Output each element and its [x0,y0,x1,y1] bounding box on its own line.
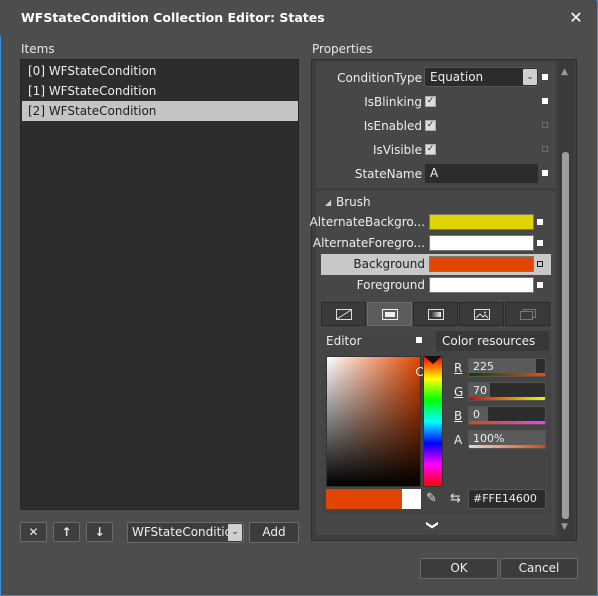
property-marker[interactable] [416,337,422,343]
arrow-down-icon: ↓ [94,525,105,539]
brush-row-foreground[interactable]: Foreground [321,275,551,296]
image-brush-icon [474,309,490,320]
property-marker-empty[interactable] [542,146,548,152]
scrollbar-thumb[interactable] [562,152,569,519]
property-marker[interactable] [537,261,543,267]
hue-slider[interactable] [423,356,443,487]
tab-image-brush[interactable] [459,302,504,326]
list-item-selected[interactable]: [2] WFStateCondition [22,101,298,121]
red-channel-label: R [454,361,463,375]
property-marker[interactable] [537,282,543,288]
color-swatch[interactable] [429,256,534,272]
original-color-preview[interactable] [402,489,421,509]
state-name-input[interactable]: A [424,163,539,184]
tab-color-resources-label: Color resources [442,334,536,348]
brush-row-label: Background [353,257,425,271]
color-swatch[interactable] [429,235,534,251]
blue-channel-gradient [469,421,545,424]
properties-label: Properties [312,42,373,56]
tab-editor-label: Editor [326,334,362,348]
brush-row-label: Foreground [356,278,425,292]
is-enabled-label: IsEnabled [363,119,422,133]
close-icon: ✕ [569,8,583,27]
move-down-button[interactable]: ↓ [86,522,113,542]
blue-channel-input[interactable]: 0 [468,406,546,425]
is-visible-checkbox[interactable]: ✓ [425,144,436,155]
green-channel-input[interactable]: 70 [468,382,546,401]
condition-type-label: ConditionType [337,71,422,85]
brush-row-alternate-background[interactable]: AlternateBackgro... [310,212,551,233]
ok-button[interactable]: OK [420,558,498,579]
red-channel-value: 225 [473,360,494,373]
state-name-label: StateName [354,167,422,181]
color-swatch[interactable] [429,277,534,293]
tab-resource-brush[interactable] [505,302,550,326]
property-marker-empty[interactable] [542,122,548,128]
color-swatch[interactable] [429,214,534,230]
condition-type-value: Equation [430,70,484,84]
alpha-channel-label: A [454,433,463,447]
item-type-value: WFStateCondition [132,525,240,539]
hue-slider-handle[interactable] [424,356,442,364]
list-item[interactable]: [0] WFStateCondition [22,61,298,81]
blue-channel-label: B [454,409,463,423]
saturation-brightness-field[interactable] [326,356,421,487]
cancel-button[interactable]: Cancel [500,558,578,579]
remove-icon: ✕ [28,525,39,539]
green-channel-gradient [469,397,545,400]
gradient-brush-icon [428,309,444,320]
condition-type-select[interactable]: Equation ⌄ [424,67,539,87]
is-enabled-checkbox[interactable]: ✓ [425,120,436,131]
list-item[interactable]: [1] WFStateCondition [22,81,298,101]
no-brush-icon [336,309,352,320]
blue-channel-value: 0 [473,408,480,421]
property-marker[interactable] [542,98,548,104]
property-marker[interactable] [537,219,543,225]
property-marker[interactable] [537,240,543,246]
alpha-channel-gradient [469,445,545,448]
arrow-up-icon: ↑ [61,525,72,539]
chevron-down-icon: ⌄ [523,69,537,85]
add-button[interactable]: Add [249,522,299,543]
scroll-up-icon[interactable]: ▲ [561,67,568,77]
collapse-caret-icon[interactable]: ◢ [325,198,331,207]
red-channel-gradient [469,373,545,376]
tab-gradient-brush[interactable] [413,302,458,326]
swap-icon[interactable]: ⇆ [450,491,461,506]
is-blinking-checkbox[interactable]: ✓ [425,96,436,107]
solid-brush-icon [382,309,398,320]
alpha-channel-input[interactable]: 100% [468,430,546,449]
items-label: Items [21,42,55,56]
move-up-button[interactable]: ↑ [53,522,80,542]
brush-row-label: AlternateBackgro... [309,215,425,229]
property-marker[interactable] [542,74,548,80]
alpha-channel-value: 100% [473,432,505,445]
brush-row-label: AlternateForegro... [312,236,425,250]
remove-item-button[interactable]: ✕ [20,522,47,542]
close-button[interactable]: ✕ [566,8,586,28]
current-color-preview [326,489,402,509]
red-channel-input[interactable]: 225 [468,358,546,377]
is-blinking-label: IsBlinking [364,95,422,109]
brush-header: Brush [336,195,371,209]
is-visible-label: IsVisible [373,143,422,157]
eyedropper-icon[interactable]: ✎ [426,491,437,506]
window-title: WFStateCondition Collection Editor: Stat… [21,10,325,25]
chevron-down-icon[interactable]: ❯ [426,520,440,530]
brush-row-background[interactable]: Background [321,254,551,275]
property-marker[interactable] [542,170,548,176]
chevron-down-icon: ⌄ [228,524,242,541]
resource-brush-icon [520,309,536,320]
tab-no-brush[interactable] [321,302,366,326]
item-type-select[interactable]: WFStateCondition ⌄ [127,522,244,543]
green-channel-label: G [454,385,464,399]
brush-row-alternate-foreground[interactable]: AlternateForegro... [313,233,551,254]
tab-solid-brush[interactable] [367,302,412,326]
items-list[interactable]: [0] WFStateCondition [1] WFStateConditio… [20,59,299,510]
green-channel-value: 70 [473,384,487,397]
scroll-down-icon[interactable]: ▼ [561,522,568,532]
hex-color-input[interactable]: #FFE14600 [468,489,546,509]
